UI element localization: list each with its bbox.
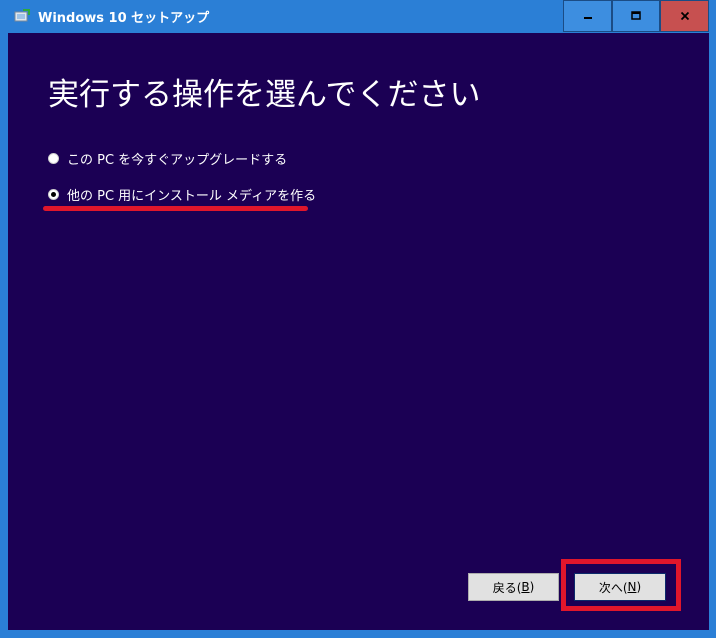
minimize-icon [583,17,592,19]
close-icon [680,11,689,21]
maximize-icon [631,11,641,20]
red-underline-annotation [43,206,308,211]
minimize-button[interactable] [563,0,612,32]
back-button[interactable]: 戻る(B) [468,573,559,601]
option-upgrade-label: この PC を今すぐアップグレードする [67,153,288,168]
option-create-media-label: 他の PC 用にインストール メディアを作る [67,189,317,204]
setup-window: Windows 10 セットアップ 実行する操作を選んでください この PC を… [0,0,716,638]
next-button[interactable]: 次へ(N) [574,573,666,601]
option-create-media[interactable]: 他の PC 用にインストール メディアを作る [48,185,316,204]
setup-content: 実行する操作を選んでください この PC を今すぐアップグレードする 他の PC… [8,33,709,630]
radio-upgrade[interactable] [48,153,59,164]
radio-create-media[interactable] [48,189,59,200]
maximize-button[interactable] [612,0,660,32]
close-button[interactable] [660,0,709,32]
option-upgrade-this-pc[interactable]: この PC を今すぐアップグレードする [48,149,287,168]
window-title: Windows 10 セットアップ [38,11,210,26]
title-bar[interactable]: Windows 10 セットアップ [0,0,716,33]
page-heading: 実行する操作を選んでください [48,77,481,113]
setup-app-icon [14,9,30,22]
